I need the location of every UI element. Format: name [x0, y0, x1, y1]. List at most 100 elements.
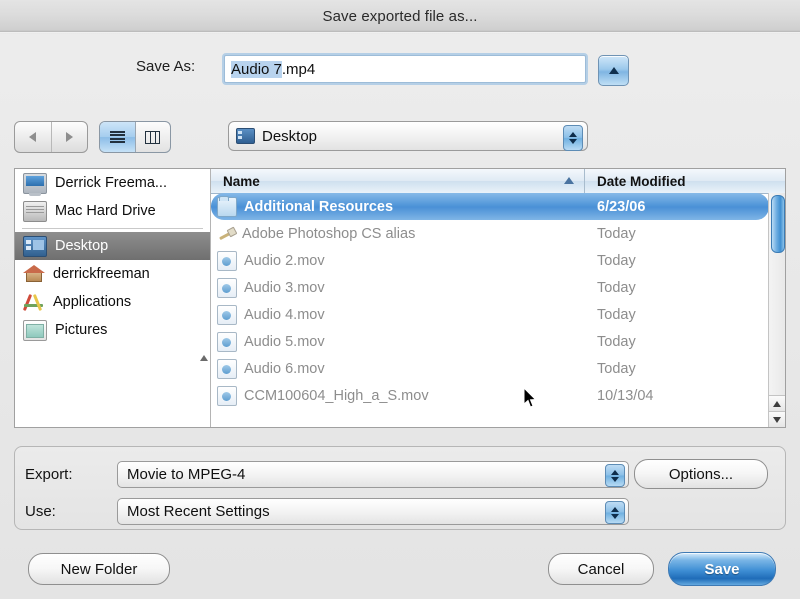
list-view-button[interactable] — [100, 122, 135, 152]
file-name: Audio 3.mov — [244, 280, 325, 296]
triangle-up-icon — [773, 401, 781, 407]
movie-icon — [217, 386, 237, 406]
save-as-value: Audio 7.mp4 — [231, 61, 315, 78]
column-header-label: Date Modified — [597, 174, 686, 189]
movie-icon — [217, 251, 237, 271]
scrollbar-buttons — [769, 395, 785, 427]
sidebar-item-label: Derrick Freema... — [55, 175, 167, 191]
stepper-arrows-icon — [605, 464, 625, 487]
file-date: Today — [585, 253, 769, 269]
table-row[interactable]: Audio 6.mov Today — [211, 355, 769, 382]
sidebar: Derrick Freema... Mac Hard Drive Desktop… — [15, 169, 211, 427]
file-date: Today — [585, 280, 769, 296]
column-header-date-modified[interactable]: Date Modified — [585, 169, 785, 193]
file-list: Name Date Modified Additional Resources … — [211, 169, 785, 427]
home-icon — [23, 265, 45, 284]
file-date: Today — [585, 361, 769, 377]
table-row[interactable]: Audio 3.mov Today — [211, 274, 769, 301]
save-as-input[interactable]: Audio 7.mp4 — [224, 55, 586, 83]
save-as-value-selected: Audio 7 — [231, 61, 282, 78]
export-label: Export: — [25, 466, 117, 483]
cancel-button[interactable]: Cancel — [548, 553, 654, 585]
file-date: 10/13/04 — [585, 388, 769, 404]
table-row[interactable]: Additional Resources 6/23/06 — [211, 193, 769, 220]
sidebar-item-label: Desktop — [55, 238, 108, 254]
sidebar-item-desktop[interactable]: Desktop — [15, 232, 210, 260]
table-row[interactable]: Adobe Photoshop CS alias Today — [211, 220, 769, 247]
sidebar-item-computer[interactable]: Derrick Freema... — [15, 169, 210, 197]
back-button[interactable] — [15, 122, 51, 152]
file-date: Today — [585, 307, 769, 323]
sidebar-item-applications[interactable]: Applications — [15, 288, 210, 316]
triangle-up-icon — [200, 355, 208, 361]
file-name-cell: Audio 4.mov — [211, 305, 585, 325]
stepper-arrows-icon — [605, 501, 625, 524]
use-row: Use: Most Recent Settings — [25, 498, 629, 525]
export-format-popup[interactable]: Movie to MPEG-4 — [117, 461, 629, 488]
table-row[interactable]: Audio 4.mov Today — [211, 301, 769, 328]
save-as-value-extension: .mp4 — [282, 61, 315, 78]
file-list-body: Additional Resources 6/23/06 Adobe Photo… — [211, 193, 769, 411]
location-popup-button[interactable]: Desktop — [228, 121, 588, 151]
column-view-button[interactable] — [135, 122, 171, 152]
triangle-up-icon — [609, 67, 619, 74]
save-button[interactable]: Save — [668, 552, 776, 586]
sidebar-item-pictures[interactable]: Pictures — [15, 316, 210, 344]
export-format-value: Movie to MPEG-4 — [127, 466, 245, 483]
folder-icon — [217, 197, 237, 217]
file-name-cell: Additional Resources — [211, 197, 585, 217]
new-folder-button[interactable]: New Folder — [28, 553, 170, 585]
scroll-up-button[interactable] — [769, 395, 785, 411]
pictures-icon — [23, 320, 47, 341]
list-view-icon — [110, 131, 125, 143]
sidebar-item-mac-hard-drive[interactable]: Mac Hard Drive — [15, 197, 210, 225]
stepper-arrows-icon — [563, 125, 583, 151]
navigation-buttons — [14, 121, 88, 153]
sidebar-divider — [22, 228, 203, 229]
forward-button[interactable] — [51, 122, 88, 152]
scrollbar-thumb[interactable] — [771, 195, 785, 253]
sidebar-item-label: Applications — [53, 294, 131, 310]
file-date: Today — [585, 226, 769, 242]
file-name: Adobe Photoshop CS alias — [242, 226, 415, 242]
computer-icon — [23, 173, 47, 194]
column-header-name[interactable]: Name — [211, 169, 585, 193]
window-title: Save exported file as... — [323, 8, 478, 25]
options-button[interactable]: Options... — [634, 459, 768, 489]
sidebar-item-label: Pictures — [55, 322, 107, 338]
triangle-down-icon — [773, 417, 781, 423]
movie-icon — [217, 359, 237, 379]
file-date: Today — [585, 334, 769, 350]
file-name-cell: Audio 5.mov — [211, 332, 585, 352]
column-view-icon — [145, 131, 160, 144]
sidebar-item-label: Mac Hard Drive — [55, 203, 156, 219]
scroll-down-button[interactable] — [769, 411, 785, 427]
file-name-cell: Audio 2.mov — [211, 251, 585, 271]
table-row[interactable]: Audio 2.mov Today — [211, 247, 769, 274]
applications-icon — [23, 293, 45, 312]
file-browser: Derrick Freema... Mac Hard Drive Desktop… — [14, 168, 786, 428]
use-settings-popup[interactable]: Most Recent Settings — [117, 498, 629, 525]
desktop-icon — [23, 236, 47, 257]
sidebar-scroll-up[interactable] — [198, 351, 209, 365]
use-label: Use: — [25, 503, 117, 520]
desktop-icon — [236, 128, 255, 144]
sidebar-item-derrickfreeman[interactable]: derrickfreeman — [15, 260, 210, 288]
file-date: 6/23/06 — [585, 199, 769, 215]
movie-icon — [217, 278, 237, 298]
table-row[interactable]: Audio 5.mov Today — [211, 328, 769, 355]
sort-ascending-icon — [564, 177, 574, 184]
location-label: Desktop — [262, 128, 317, 145]
collapse-panel-button[interactable] — [598, 55, 629, 86]
use-settings-value: Most Recent Settings — [127, 503, 270, 520]
file-name: Additional Resources — [244, 199, 393, 215]
file-list-scrollbar[interactable] — [768, 193, 785, 427]
file-name-cell: Audio 6.mov — [211, 359, 585, 379]
table-row[interactable]: CCM100604_High_a_S.mov 10/13/04 — [211, 382, 769, 409]
file-name-cell: Audio 3.mov — [211, 278, 585, 298]
file-name: Audio 2.mov — [244, 253, 325, 269]
file-name: Audio 6.mov — [244, 361, 325, 377]
save-as-label: Save As: — [136, 58, 195, 75]
view-mode-toggle — [99, 121, 171, 153]
movie-icon — [217, 305, 237, 325]
